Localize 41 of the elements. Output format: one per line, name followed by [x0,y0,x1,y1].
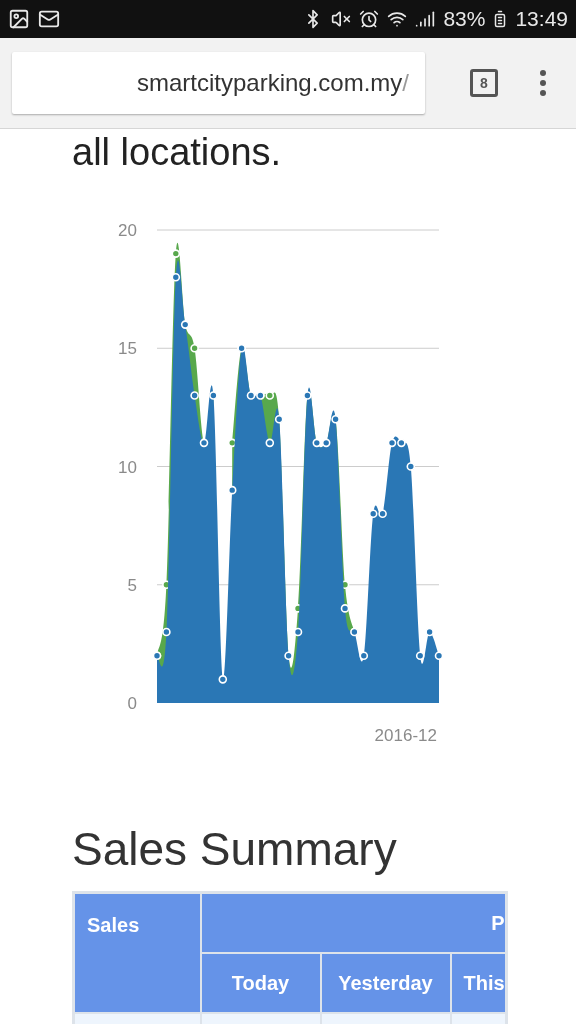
picture-icon [8,8,30,30]
table-header: This [450,952,507,1013]
menu-icon[interactable] [539,69,547,97]
clock-text: 13:49 [515,6,568,33]
axis-title: 2016-12 [374,726,437,745]
alarm-icon [359,9,380,29]
data-point [415,651,425,660]
axis-label: 0 [127,694,137,713]
data-point [293,627,303,637]
table-header: Yesterday [320,952,451,1013]
table-header: Today [200,952,321,1013]
section-title: Sales Summary [72,822,398,877]
address-bar[interactable]: smartcityparking.com.my/ [12,52,425,114]
data-point [227,485,237,495]
data-point [265,438,275,448]
axis-label: 10 [118,457,137,477]
data-point [190,343,199,353]
data-point [162,627,171,637]
data-point [378,509,387,519]
data-point [425,627,434,637]
page-heading: all locations. [72,130,283,175]
data-point [434,651,444,660]
data-point [190,391,199,400]
data-point [171,273,181,282]
data-point [368,509,378,519]
axis-label: 5 [127,575,137,595]
data-point [340,604,350,613]
table-header: Sales [73,892,201,1013]
axis-label: 15 [118,339,137,359]
data-point [265,391,275,400]
table-header: P [200,892,507,953]
tab-count-button[interactable]: 8 [470,69,498,97]
axis-label: 20 [118,221,137,240]
data-point [218,675,228,684]
mute-icon [331,9,352,29]
data-point [171,249,181,258]
signal-icon [415,9,436,29]
mail-icon [38,8,60,30]
battery-text: 83% [443,6,486,33]
wifi-icon [387,9,408,29]
data-point [359,651,369,660]
